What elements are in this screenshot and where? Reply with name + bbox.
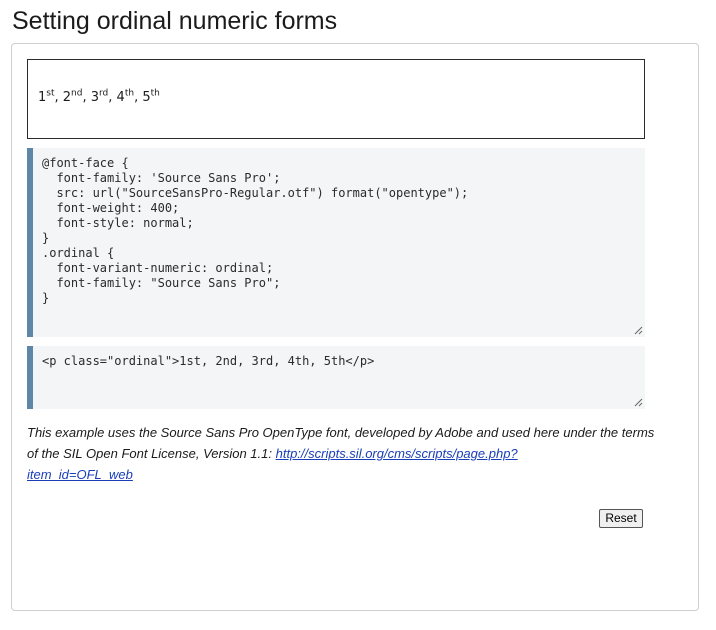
ordinal-separator: , — [108, 90, 117, 105]
ordinal-number: 4 — [116, 90, 125, 105]
ordinal-suffix: th — [124, 88, 135, 99]
css-code-editor[interactable]: @font-face { font-family: 'Source Sans P… — [27, 148, 645, 337]
ordinal-number: 3 — [90, 90, 100, 105]
css-code[interactable]: @font-face { font-family: 'Source Sans P… — [42, 156, 468, 305]
html-code[interactable]: <p class="ordinal">1st, 2nd, 3rd, 4th, 5… — [42, 354, 374, 368]
ordinal-separator: , — [54, 90, 63, 105]
reset-button[interactable]: Reset — [599, 509, 643, 528]
resize-grip-icon[interactable] — [634, 326, 643, 335]
ofl-link-part-2[interactable]: item_id=OFL_web — [27, 467, 133, 482]
ordinal-number: 5 — [142, 90, 151, 105]
ordinal-number: 2 — [62, 90, 72, 105]
output-preview: 1st, 2nd, 3rd, 4th, 5th — [27, 59, 645, 139]
ordinal-suffix: st — [46, 88, 55, 99]
ordinal-suffix: rd — [99, 88, 109, 99]
resize-grip-icon[interactable] — [634, 398, 643, 407]
ordinal-output: 1st, 2nd, 3rd, 4th, 5th — [38, 88, 160, 108]
html-code-editor[interactable]: <p class="ordinal">1st, 2nd, 3rd, 4th, 5… — [27, 346, 645, 409]
ordinal-suffix: nd — [71, 88, 83, 99]
live-example-panel: 1st, 2nd, 3rd, 4th, 5th @font-face { fon… — [11, 43, 699, 611]
page-title: Setting ordinal numeric forms — [12, 7, 338, 35]
ofl-link-part-1[interactable]: http://scripts.sil.org/cms/scripts/page.… — [276, 446, 518, 461]
font-license-note: This example uses the Source Sans Pro Op… — [27, 422, 667, 485]
ordinal-suffix: th — [150, 88, 160, 99]
ordinal-separator: , — [82, 90, 91, 105]
